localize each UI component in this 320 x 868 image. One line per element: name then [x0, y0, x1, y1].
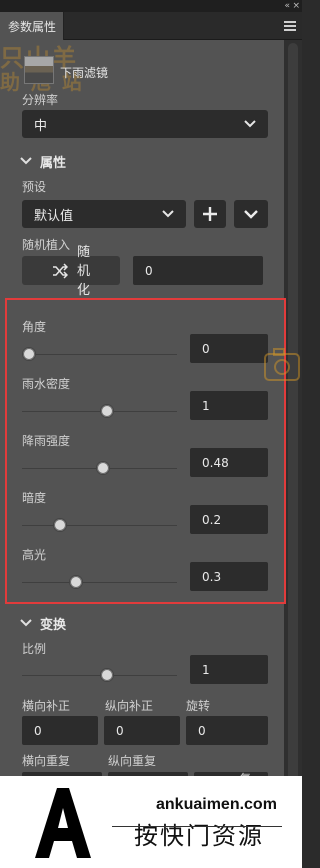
preset-menu-button[interactable] — [234, 200, 268, 228]
close-panel-icon[interactable]: × — [292, 0, 300, 12]
properties-section-title[interactable]: 属性 — [40, 152, 66, 171]
v-offset-input[interactable]: 0 — [104, 716, 180, 745]
param-slider-track[interactable] — [22, 582, 177, 583]
resolution-value: 中 — [34, 118, 48, 134]
random-seed-input[interactable]: 0 — [133, 256, 263, 285]
randomize-button[interactable] — [22, 256, 120, 285]
v-offset-label: 纵向补正 — [105, 699, 154, 713]
shuffle-icon — [53, 263, 68, 279]
v-repeat-label: 纵向重复 — [108, 754, 157, 768]
param-label: 暗度 — [22, 491, 47, 505]
rain-thumbnail-icon — [24, 56, 54, 84]
window-top-strip — [0, 0, 302, 12]
panel-menu-icon[interactable] — [284, 19, 296, 31]
param-label: 降雨强度 — [22, 434, 71, 448]
resolution-label: 分辨率 — [22, 93, 59, 107]
param-value-input[interactable]: 0 — [190, 334, 268, 363]
section-chevron-icon[interactable] — [20, 618, 32, 628]
section-chevron-icon[interactable] — [20, 156, 32, 166]
scale-label: 比例 — [22, 642, 47, 656]
brand-logo-icon — [35, 788, 91, 858]
plus-icon — [203, 207, 217, 221]
preset-dropdown[interactable]: 默认值 — [22, 200, 186, 228]
camera-watermark-icon — [264, 348, 300, 381]
scrollbar-thumb[interactable] — [288, 43, 298, 783]
param-value-input[interactable]: 0.3 — [190, 562, 268, 591]
randomize-button-label: 随机化 — [77, 245, 91, 298]
preset-label: 预设 — [22, 180, 47, 194]
tab-properties[interactable]: 参数属性 — [0, 12, 64, 40]
param-value-input[interactable]: 1 — [190, 391, 268, 420]
param-slider-knob[interactable] — [22, 347, 36, 361]
param-value-input[interactable]: 0.2 — [190, 505, 268, 534]
collapse-panel-icon[interactable]: « — [284, 0, 290, 12]
preset-value: 默认值 — [34, 208, 74, 224]
h-repeat-label: 横向重复 — [22, 754, 71, 768]
rotate-label: 旋转 — [186, 699, 211, 713]
brand-name: 按快门资源 — [134, 822, 264, 850]
param-label: 高光 — [22, 548, 47, 562]
transform-section-title[interactable]: 变换 — [40, 614, 66, 633]
chevron-down-icon — [244, 120, 256, 128]
chevron-down-icon — [162, 210, 174, 218]
brand-divider — [112, 826, 282, 827]
param-slider-knob[interactable] — [53, 518, 67, 532]
param-label: 雨水密度 — [22, 377, 71, 391]
param-value-input[interactable]: 0.48 — [190, 448, 268, 477]
chevron-down-icon — [244, 210, 258, 219]
random-seed-label: 随机植入 — [22, 238, 71, 252]
param-slider-knob[interactable] — [68, 575, 83, 589]
resolution-dropdown[interactable]: 中 — [22, 110, 268, 138]
filter-name: 下雨滤镜 — [60, 66, 109, 80]
add-preset-button[interactable] — [194, 200, 226, 228]
param-slider-track[interactable] — [22, 525, 177, 526]
scale-slider-knob[interactable] — [99, 668, 114, 682]
rotate-input[interactable]: 0 — [186, 716, 268, 745]
param-label: 角度 — [22, 320, 47, 334]
brand-url: ankuaimen.com — [156, 796, 277, 813]
param-slider-knob[interactable] — [99, 404, 114, 418]
param-slider-track[interactable] — [22, 354, 177, 355]
h-offset-input[interactable]: 0 — [22, 716, 98, 745]
scale-input[interactable]: 1 — [190, 655, 268, 684]
h-offset-label: 横向补正 — [22, 699, 71, 713]
